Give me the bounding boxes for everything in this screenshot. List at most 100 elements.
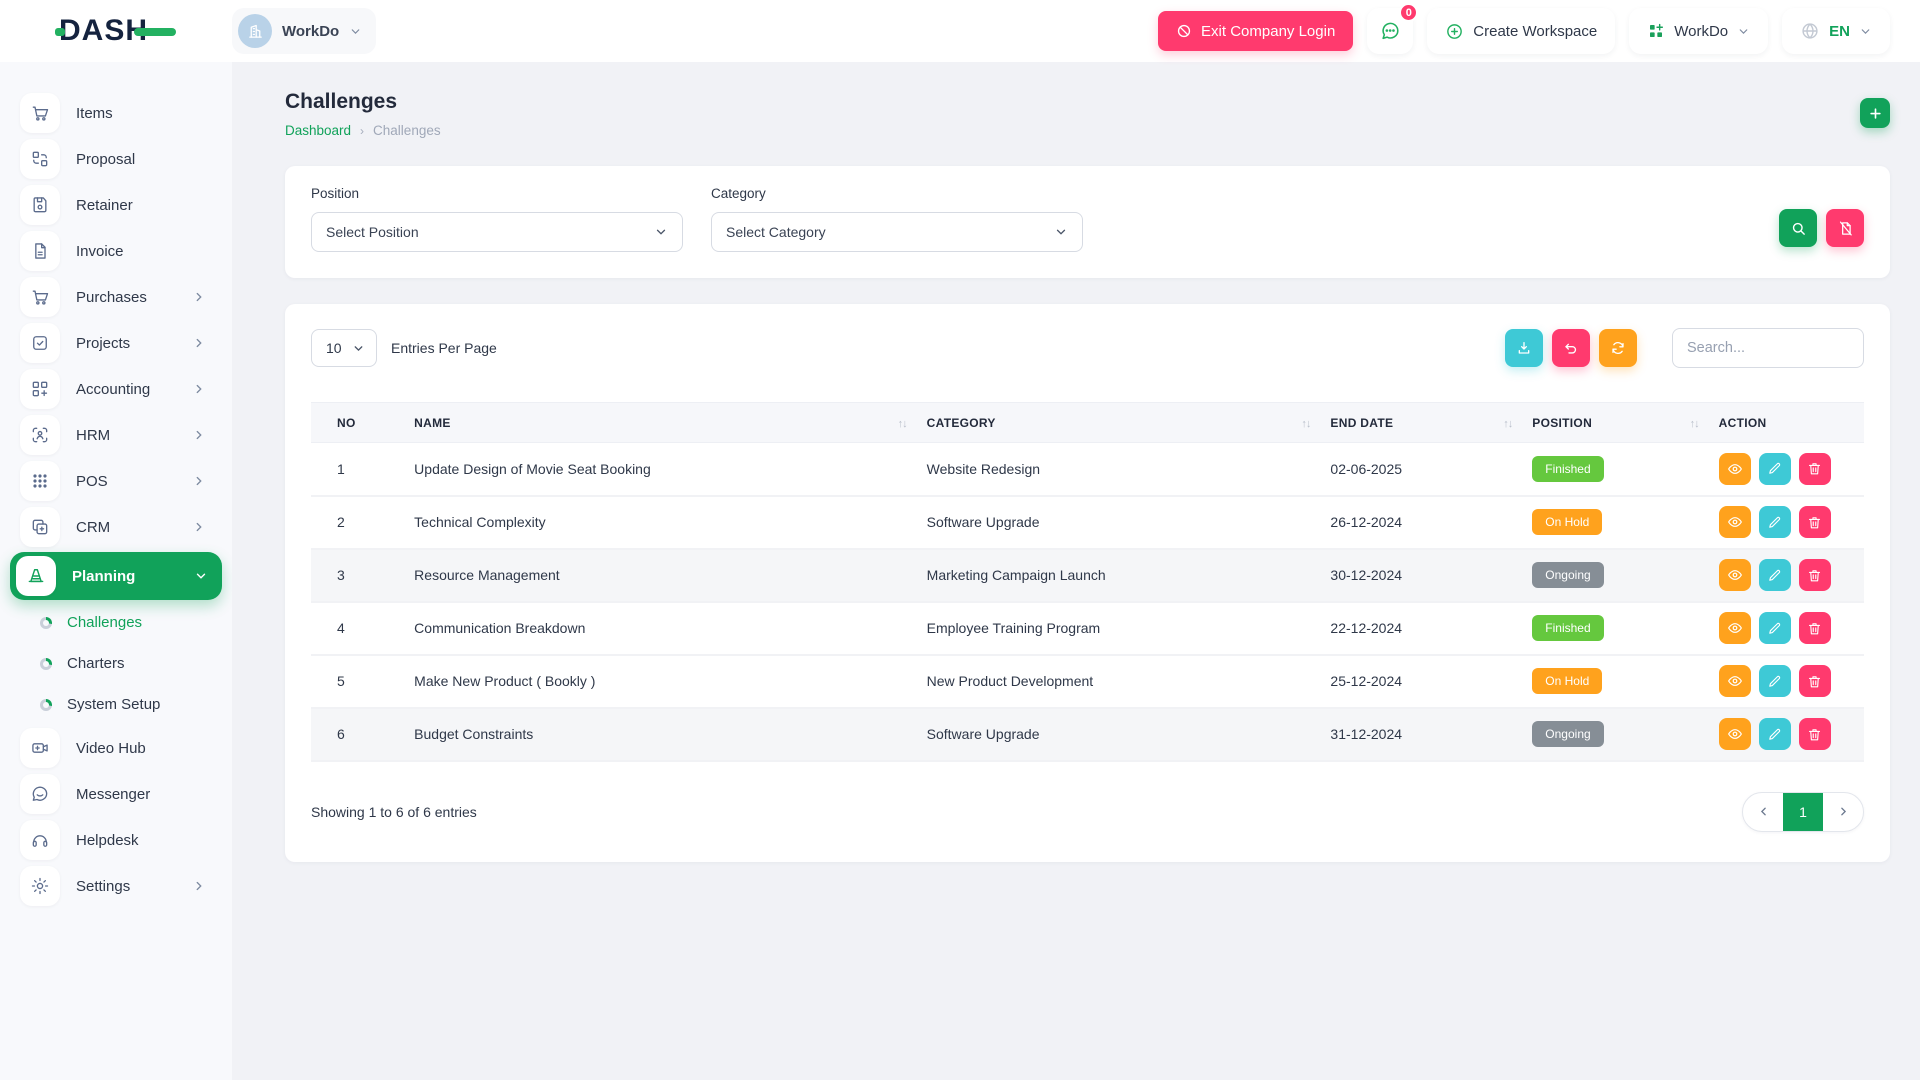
delete-button[interactable]: [1799, 665, 1831, 697]
copy-cards-icon: [20, 507, 60, 547]
cell-end-date: 25-12-2024: [1320, 655, 1522, 708]
grid-plus-icon: [20, 369, 60, 409]
download-icon: [1516, 340, 1532, 356]
cell-category: New Product Development: [917, 655, 1321, 708]
delete-button[interactable]: [1799, 506, 1831, 538]
view-button[interactable]: [1719, 718, 1751, 750]
status-badge: Ongoing: [1532, 562, 1603, 588]
breadcrumb: Dashboard › Challenges: [285, 123, 441, 138]
category-select[interactable]: Select Category: [711, 212, 1083, 252]
sidebar-item-purchases[interactable]: Purchases: [18, 274, 214, 320]
export-button[interactable]: [1505, 329, 1543, 367]
delete-button[interactable]: [1799, 453, 1831, 485]
clear-filter-button[interactable]: [1826, 209, 1864, 247]
trash-icon: [1807, 727, 1822, 742]
cell-category: Marketing Campaign Launch: [917, 549, 1321, 602]
sidebar-subitem-charters[interactable]: Charters: [18, 643, 214, 684]
workspace-name: WorkDo: [282, 23, 339, 40]
sidebar-item-messenger[interactable]: Messenger: [18, 771, 214, 817]
cell-end-date: 31-12-2024: [1320, 708, 1522, 761]
column-header-no: NO: [311, 403, 404, 443]
cell-name: Communication Breakdown: [404, 602, 916, 655]
delete-button[interactable]: [1799, 612, 1831, 644]
cell-no: 4: [311, 602, 404, 655]
file-off-icon: [1837, 220, 1854, 237]
create-workspace-button[interactable]: Create Workspace: [1427, 8, 1615, 54]
edit-button[interactable]: [1759, 665, 1791, 697]
sidebar-item-helpdesk[interactable]: Helpdesk: [18, 817, 214, 863]
sort-icon[interactable]: ↑↓: [1301, 418, 1310, 430]
sidebar-item-crm[interactable]: CRM: [18, 504, 214, 550]
save-icon: [20, 185, 60, 225]
pencil-icon: [1767, 515, 1782, 530]
trash-icon: [1807, 674, 1822, 689]
status-badge: Finished: [1532, 456, 1603, 482]
view-button[interactable]: [1719, 665, 1751, 697]
messages-button[interactable]: 0: [1367, 8, 1413, 54]
chevron-right-icon: [192, 474, 206, 488]
chevron-down-icon: [654, 225, 668, 239]
chevron-right-icon: [192, 382, 206, 396]
refresh-button[interactable]: [1599, 329, 1637, 367]
add-challenge-button[interactable]: [1860, 98, 1890, 128]
sidebar-item-accounting[interactable]: Accounting: [18, 366, 214, 412]
sort-icon[interactable]: ↑↓: [1690, 418, 1699, 430]
building-icon: [247, 23, 264, 40]
edit-button[interactable]: [1759, 718, 1791, 750]
edit-button[interactable]: [1759, 612, 1791, 644]
sidebar-item-invoice[interactable]: Invoice: [18, 228, 214, 274]
progress-ring-icon: [40, 658, 52, 670]
edit-button[interactable]: [1759, 559, 1791, 591]
sidebar-item-hrm[interactable]: HRM: [18, 412, 214, 458]
sidebar-item-retainer[interactable]: Retainer: [18, 182, 214, 228]
sidebar-subitem-challenges[interactable]: Challenges: [18, 602, 214, 643]
entries-per-page-label: Entries Per Page: [391, 340, 497, 356]
sidebar-item-video-hub[interactable]: Video Hub: [18, 725, 214, 771]
trash-icon: [1807, 568, 1822, 583]
position-select[interactable]: Select Position: [311, 212, 683, 252]
shuffle-squares-icon: [20, 139, 60, 179]
chevron-right-icon: [192, 879, 206, 893]
sidebar-item-projects[interactable]: Projects: [18, 320, 214, 366]
cell-name: Update Design of Movie Seat Booking: [404, 443, 916, 496]
next-page-button[interactable]: [1823, 793, 1863, 831]
check-square-icon: [20, 323, 60, 363]
table-row: 5 Make New Product ( Bookly ) New Produc…: [311, 655, 1864, 708]
undo-button[interactable]: [1552, 329, 1590, 367]
video-camera-icon: [20, 728, 60, 768]
workdo-menu-button[interactable]: WorkDo: [1629, 8, 1768, 54]
view-button[interactable]: [1719, 506, 1751, 538]
view-button[interactable]: [1719, 453, 1751, 485]
workspace-switcher[interactable]: WorkDo: [232, 8, 376, 54]
apply-filter-button[interactable]: [1779, 209, 1817, 247]
cell-category: Website Redesign: [917, 443, 1321, 496]
file-icon: [20, 231, 60, 271]
sidebar-item-planning[interactable]: Planning: [10, 552, 222, 600]
chevron-right-icon: [192, 336, 206, 350]
sidebar-item-proposal[interactable]: Proposal: [18, 136, 214, 182]
page-number-button[interactable]: 1: [1783, 793, 1823, 831]
edit-button[interactable]: [1759, 453, 1791, 485]
sidebar-item-pos[interactable]: POS: [18, 458, 214, 504]
user-scan-icon: [20, 415, 60, 455]
sort-icon[interactable]: ↑↓: [898, 418, 907, 430]
delete-button[interactable]: [1799, 559, 1831, 591]
exit-company-login-button[interactable]: Exit Company Login: [1158, 11, 1353, 51]
view-button[interactable]: [1719, 612, 1751, 644]
breadcrumb-dashboard-link[interactable]: Dashboard: [285, 123, 351, 138]
edit-button[interactable]: [1759, 506, 1791, 538]
view-button[interactable]: [1719, 559, 1751, 591]
language-selector[interactable]: EN: [1782, 8, 1890, 54]
entries-per-page-select[interactable]: 10: [311, 329, 377, 367]
sidebar-item-items[interactable]: Items: [18, 90, 214, 136]
sidebar-item-settings[interactable]: Settings: [18, 863, 214, 909]
trash-icon: [1807, 515, 1822, 530]
sidebar-subitem-system-setup[interactable]: System Setup: [18, 684, 214, 725]
previous-page-button[interactable]: [1743, 793, 1783, 831]
sort-icon[interactable]: ↑↓: [1503, 418, 1512, 430]
table-search-input[interactable]: [1672, 328, 1864, 368]
message-count-badge: 0: [1399, 3, 1418, 22]
table-header-row: NO NAME↑↓ CATEGORY↑↓ END DATE↑↓ POSITION…: [311, 403, 1864, 443]
delete-button[interactable]: [1799, 718, 1831, 750]
brand-logo[interactable]: DASH: [55, 14, 176, 48]
